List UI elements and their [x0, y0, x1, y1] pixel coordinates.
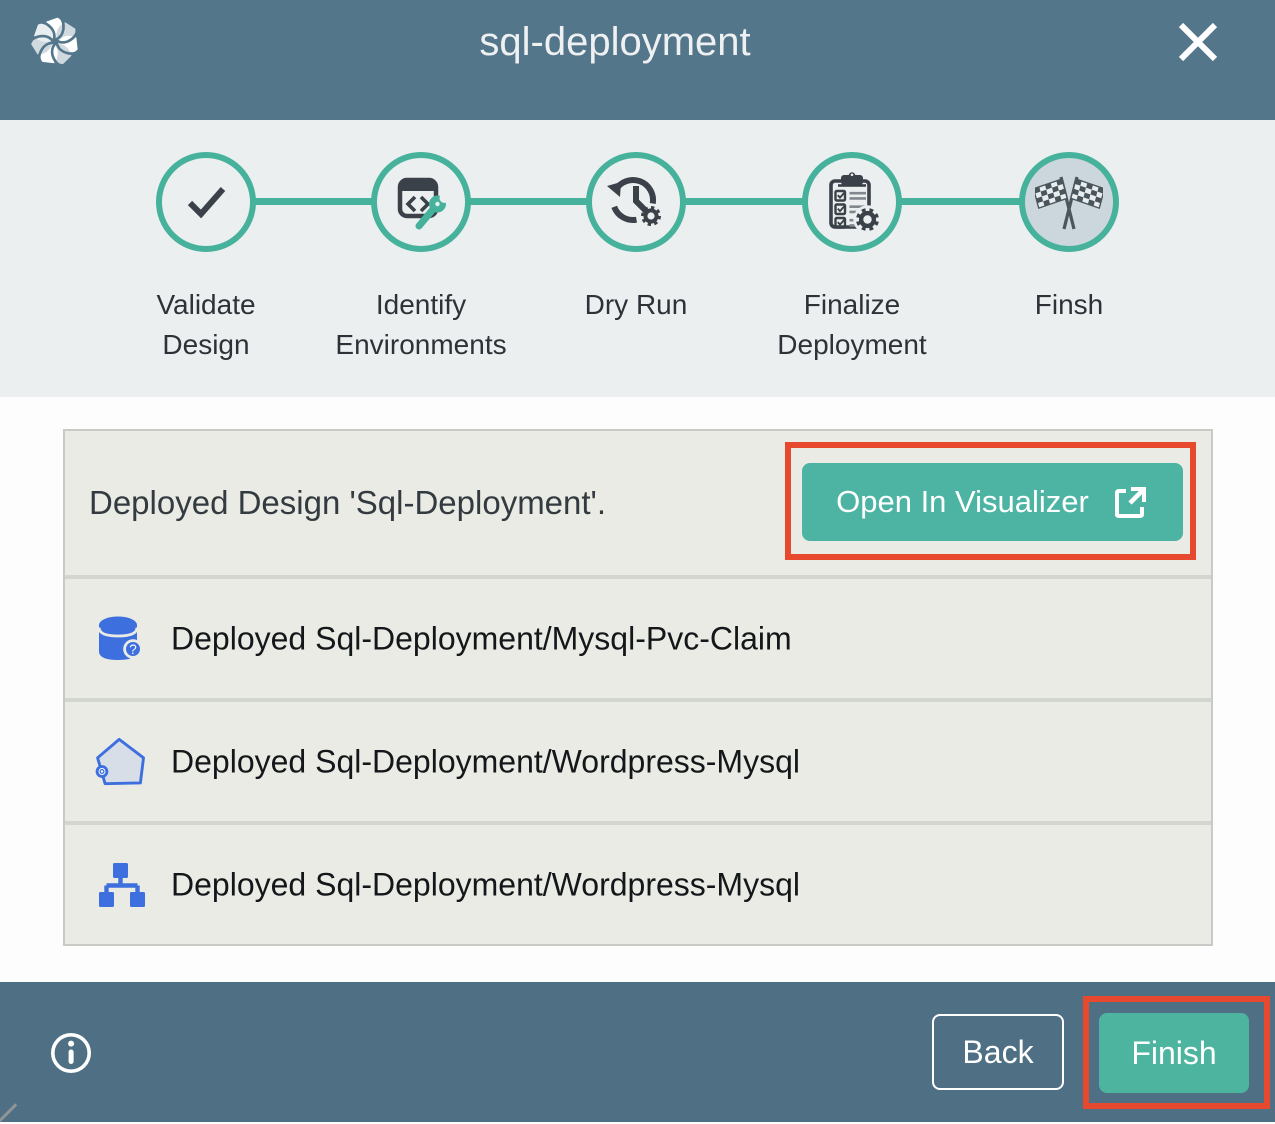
svg-text:?: ?: [129, 642, 137, 657]
